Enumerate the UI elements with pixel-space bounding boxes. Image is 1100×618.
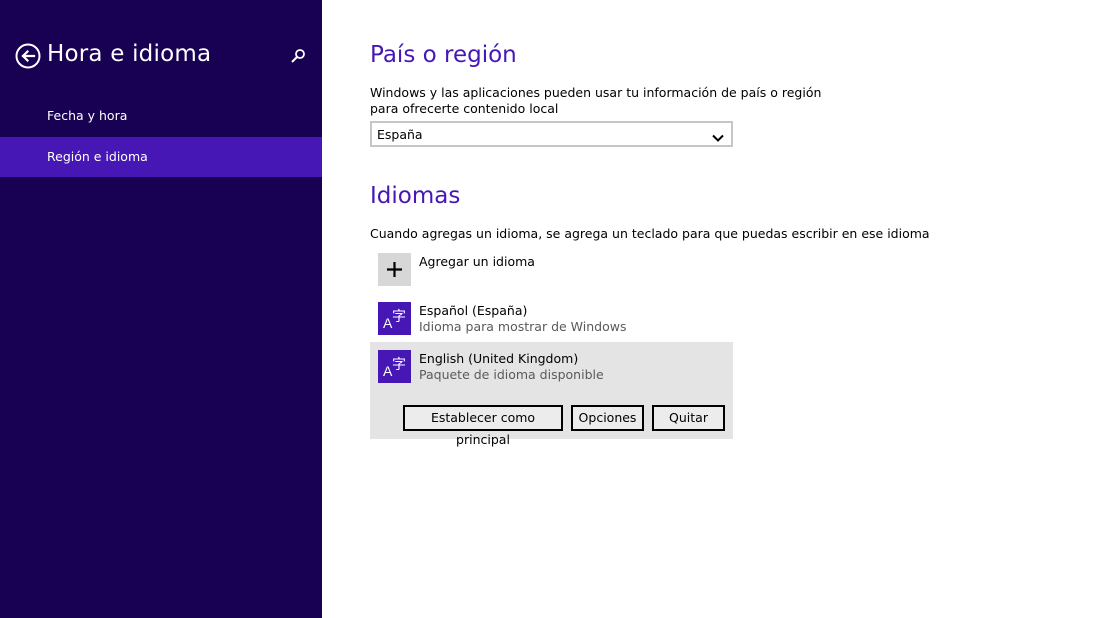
region-section-title: País o región [370,42,517,68]
language-icon: A 字 [378,302,411,335]
country-dropdown-value: España [377,127,423,142]
language-name: English (United Kingdom) [419,351,579,366]
sidebar-item-fecha-y-hora[interactable]: Fecha y hora [0,96,322,136]
add-language-button[interactable]: Agregar un idioma [370,252,733,288]
search-icon[interactable] [290,48,306,64]
language-status: Idioma para mostrar de Windows [419,319,627,334]
main-content: País o región Windows y las aplicaciones… [322,0,1100,618]
language-item-es[interactable]: A 字 Español (España) Idioma para mostrar… [370,297,733,343]
sidebar-item-region-e-idioma[interactable]: Región e idioma [0,137,322,177]
languages-section-title: Idiomas [370,183,461,209]
back-arrow-icon[interactable] [15,43,41,69]
options-button[interactable]: Opciones [571,405,644,431]
remove-button[interactable]: Quitar [652,405,725,431]
language-item-en-gb[interactable]: A 字 English (United Kingdom) Paquete de … [370,342,733,447]
svg-text:字: 字 [392,357,406,373]
languages-description: Cuando agregas un idioma, se agrega un t… [370,226,930,241]
language-name: Español (España) [419,303,528,318]
plus-icon [378,253,411,286]
language-icon: A 字 [378,350,411,383]
sidebar: Hora e idioma Fecha y hora Región e idio… [0,0,322,618]
add-language-label: Agregar un idioma [419,254,535,269]
country-dropdown[interactable]: España [370,121,733,147]
language-status: Paquete de idioma disponible [419,367,604,382]
set-primary-button[interactable]: Establecer como principal [403,405,563,447]
chevron-down-icon [711,129,725,142]
svg-text:字: 字 [392,309,406,325]
page-title: Hora e idioma [47,41,212,67]
region-description: Windows y las aplicaciones pueden usar t… [370,85,822,116]
